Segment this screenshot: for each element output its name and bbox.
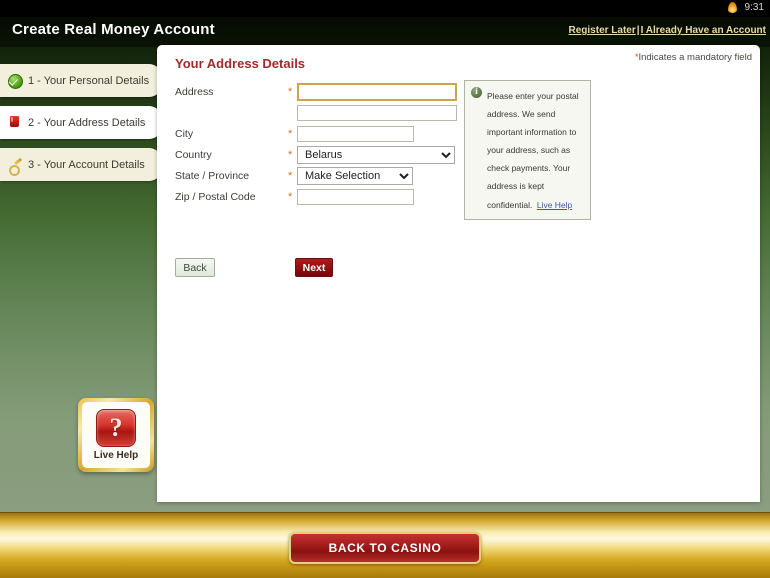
form-row-country: Country * Belarus xyxy=(175,144,457,165)
required-marker: * xyxy=(288,170,293,182)
required-marker: * xyxy=(288,149,293,161)
city-label: City xyxy=(175,127,194,140)
address-label: Address xyxy=(175,85,214,98)
footer-bar: BACK TO CASINO xyxy=(0,512,770,578)
red-marker-icon xyxy=(8,116,21,129)
check-circle-icon xyxy=(8,74,23,89)
required-marker: * xyxy=(288,191,293,203)
city-input[interactable] xyxy=(297,125,414,142)
address-line1-input[interactable] xyxy=(297,82,457,101)
info-circle-icon xyxy=(471,86,482,98)
page-title: Create Real Money Account xyxy=(12,21,215,38)
required-marker: * xyxy=(288,128,293,140)
live-help-link[interactable]: Live Help xyxy=(537,200,572,210)
next-button[interactable]: Next xyxy=(295,258,333,277)
form-row-address-line2: * xyxy=(175,102,457,123)
address-form: Address * * City * Country * Be xyxy=(175,81,457,207)
header-links: Register Later|I Already Have an Account xyxy=(569,25,766,36)
country-select[interactable]: Belarus xyxy=(297,145,455,164)
os-status-bar: 9:31 xyxy=(0,0,770,17)
form-row-state: State / Province * Make Selection xyxy=(175,165,457,186)
back-button[interactable]: Back xyxy=(175,258,215,277)
content-panel: Your Address Details *Indicates a mandat… xyxy=(157,45,760,502)
form-actions: Back Next xyxy=(175,258,505,280)
progress-steps: 1 - Your Personal Details 2 - Your Addre… xyxy=(0,64,162,190)
info-tooltip-box: Please enter your postal address. We sen… xyxy=(464,80,591,220)
question-mark-icon xyxy=(96,409,136,447)
info-tooltip-text: Please enter your postal address. We sen… xyxy=(487,91,579,210)
sidebar-item-label: 1 - Your Personal Details xyxy=(28,74,150,87)
sidebar-item-address-details[interactable]: 2 - Your Address Details xyxy=(0,106,162,139)
address-line2-input[interactable] xyxy=(297,104,457,121)
sidebar-item-personal-details[interactable]: 1 - Your Personal Details xyxy=(0,64,162,97)
panel-heading: Your Address Details xyxy=(175,56,306,71)
state-select[interactable]: Make Selection xyxy=(297,166,413,185)
status-bar-right: 9:31 xyxy=(727,1,764,14)
zip-label: Zip / Postal Code xyxy=(175,190,256,203)
already-have-account-link[interactable]: I Already Have an Account xyxy=(641,25,766,36)
back-to-casino-button[interactable]: BACK TO CASINO xyxy=(289,532,481,564)
country-label: Country xyxy=(175,148,212,161)
register-later-link[interactable]: Register Later xyxy=(569,25,636,36)
info-tooltip-body: Please enter your postal address. We sen… xyxy=(487,86,584,213)
sidebar-item-label: 2 - Your Address Details xyxy=(28,116,146,129)
required-marker: * xyxy=(288,86,293,98)
app-screen: 9:31 Create Real Money Account Register … xyxy=(0,0,770,578)
zip-postal-code-input[interactable] xyxy=(297,188,414,205)
live-help-inner: Live Help xyxy=(82,402,150,468)
form-row-zip: Zip / Postal Code * xyxy=(175,186,457,207)
form-row-city: City * xyxy=(175,123,457,144)
sidebar-item-account-details[interactable]: 3 - Your Account Details xyxy=(0,148,162,181)
gold-key-icon xyxy=(8,158,21,171)
form-row-address: Address * xyxy=(175,81,457,102)
mandatory-note-text: Indicates a mandatory field xyxy=(638,52,752,63)
mandatory-field-note: *Indicates a mandatory field xyxy=(635,52,752,63)
sidebar-item-label: 3 - Your Account Details xyxy=(28,158,145,171)
live-help-widget[interactable]: Live Help xyxy=(78,398,154,472)
status-bar-clock: 9:31 xyxy=(744,2,764,13)
state-label: State / Province xyxy=(175,169,250,182)
required-marker-blank: * xyxy=(288,106,297,119)
live-help-label: Live Help xyxy=(93,450,139,461)
flame-icon xyxy=(727,1,738,14)
